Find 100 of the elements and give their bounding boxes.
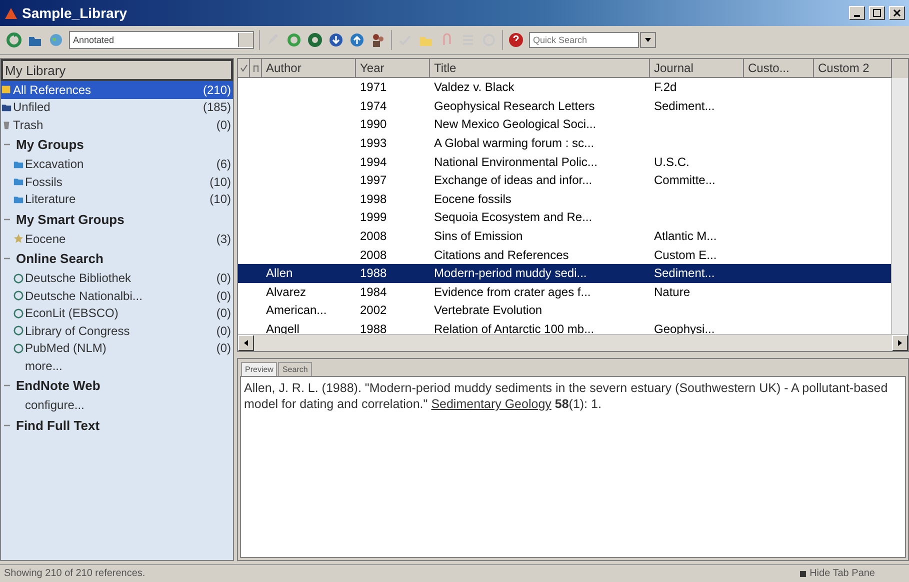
year-cell-text: 1988 [359,322,388,336]
section-title: My Smart Groups [16,212,124,226]
help-icon[interactable] [508,32,524,48]
reference-row[interactable]: 1994 National Environmental Polic... U.S.C. [238,152,891,171]
year-cell-text: 1971 [359,80,388,94]
library-item[interactable]: All References (210) [1,81,233,98]
app-icon [4,6,18,20]
globe-icon [13,342,24,354]
hide-tab-pane-button[interactable]: Hide Tab Pane [794,567,881,580]
close-button[interactable] [889,6,905,20]
journal-cell-text: Sediment... [653,98,716,113]
reference-row[interactable]: Angell 1988 Relation of Antarctic 100 mb... Geophysi... [238,320,891,338]
reference-row[interactable]: 1993 A Global warming forum : sc... [238,134,891,152]
reference-row[interactable]: 1999 Sequoia Ecosystem and Re... [238,208,891,227]
pane-tab[interactable]: Search [278,362,312,376]
year-cell-text: 1994 [359,154,388,169]
section-title: Online Search [16,251,104,266]
globe-icon [13,325,24,336]
year-cell-text: 1997 [359,173,388,188]
minimize-button[interactable] [849,6,865,20]
column-header[interactable]: Year [356,59,430,78]
year-cell-text: 1998 [359,192,388,206]
dropdown-button[interactable] [640,32,656,48]
reference-row[interactable]: 1990 New Mexico Geological Soci... [238,115,891,134]
title-cell-text: Exchange of ideas and infor... [433,173,594,188]
column-header[interactable]: Custom 2 [814,59,892,78]
title-cell-text: Citations and References [433,248,570,262]
scroll-left-button[interactable] [238,335,254,351]
scroll-right-button[interactable] [892,335,908,351]
reference-row[interactable]: 1974 Geophysical Research Letters Sediment... [238,96,891,116]
reference-row[interactable]: 2008 Sins of Emission Atlantic M... [238,226,891,246]
author-cell-text: Alvarez [265,284,308,299]
pane-tab[interactable]: Preview [241,362,278,376]
journal-cell-text: Geophysi... [653,322,716,336]
minus-icon[interactable] [4,382,10,389]
library-item[interactable]: EconLit (EBSCO) (0) [1,304,233,322]
reference-row[interactable]: Alvarez 1984 Evidence from crater ages f... Nature [238,282,891,302]
column-header[interactable]: Title [430,59,650,78]
right-arrow-icon [898,340,902,346]
reference-row[interactable]: 2008 Citations and References Custom E... [238,245,891,264]
library-item[interactable]: more... [1,357,233,374]
journal-cell-text: U.S.C. [653,154,690,169]
year-cell-text: 1988 [359,266,388,280]
globe-icon[interactable] [48,32,64,48]
library-item[interactable]: Eocene (3) [1,230,233,248]
section-title: Find Full Text [16,418,100,432]
year-cell-text: 2008 [359,248,388,262]
title-cell-text: Eocene fossils [433,192,512,206]
title-cell-text: Sequoia Ecosystem and Re... [433,210,594,224]
search-field[interactable]: Quick Search [529,32,639,48]
reference-row[interactable]: American... 2002 Vertebrate Evolution [238,301,891,320]
title-cell-text: Sins of Emission [433,229,524,244]
status-text: Showing 210 of 210 references. [4,568,146,579]
minus-icon[interactable] [4,255,10,262]
title-cell-text: Modern-period muddy sedi... [433,266,588,280]
star-icon [13,233,24,244]
library-item[interactable]: Library of Congress (0) [1,322,233,340]
library-item[interactable]: Deutsche Bibliothek (0) [1,270,233,287]
read-icon [240,64,248,72]
journal-cell-text: F.2d [653,80,678,94]
minus-icon[interactable] [4,141,10,148]
author-cell-text: Allen [265,266,294,280]
citation-text: Allen, J. R. L. (1988). "Modern-period muddy sediments in the severn estuary (Southwestern UK) - A pollutant-based model for dating and correlation." Sedimentary Geology 58(1): 1. [244,380,889,412]
reference-row[interactable]: 1971 Valdez v. Black F.2d [238,78,891,97]
library-item[interactable]: PubMed (NLM) (0) [1,340,233,357]
title-cell-text: Evidence from crater ages f... [433,284,592,299]
library-item[interactable]: configure... [1,396,233,414]
column-header[interactable]: Author [262,59,356,78]
maximize-button[interactable] [869,6,885,20]
library-item[interactable]: Unfiled (185) [1,98,233,116]
library-item[interactable]: Trash (0) [1,116,233,134]
title-cell-text: National Environmental Polic... [433,154,598,169]
year-cell-text: 1984 [359,284,388,299]
library-item[interactable]: Fossils (10) [1,173,233,190]
reference-row[interactable]: 1998 Eocene fossils [238,190,891,208]
reference-row[interactable]: 1997 Exchange of ideas and infor... Committe... [238,170,891,190]
library-item[interactable]: Deutsche Nationalbi... (0) [1,287,233,304]
year-cell-text: 2002 [359,303,388,318]
year-cell-text: 1990 [359,117,388,132]
year-cell-text: 1993 [359,136,388,150]
library-header[interactable]: My Library [1,59,233,81]
journal-cell-text: Custom E... [653,248,718,262]
reference-row[interactable]: Allen 1988 Modern-period muddy sedi... Sediment... [238,264,891,283]
title-cell-text: New Mexico Geological Soci... [433,117,598,132]
column-header[interactable]: Custo... [744,59,814,78]
globe-icon [13,308,24,319]
scrollbar[interactable] [891,78,908,334]
section-title: EndNote Web [16,378,100,393]
left-arrow-icon [244,340,248,346]
window-title: Sample_Library [22,5,128,21]
globe-icon [13,272,24,284]
journal-cell-text: Atlantic M... [653,229,718,244]
people-icon[interactable] [370,32,386,48]
ring-icon[interactable] [286,32,302,48]
ring-icon[interactable] [307,32,323,48]
column-header[interactable]: Journal [650,59,744,78]
library-item[interactable]: Excavation (6) [1,156,233,173]
style-dropdown[interactable]: Annotated [69,31,254,49]
journal-link[interactable]: Sedimentary Geology [431,397,552,411]
library-item[interactable]: Literature (10) [1,190,233,208]
